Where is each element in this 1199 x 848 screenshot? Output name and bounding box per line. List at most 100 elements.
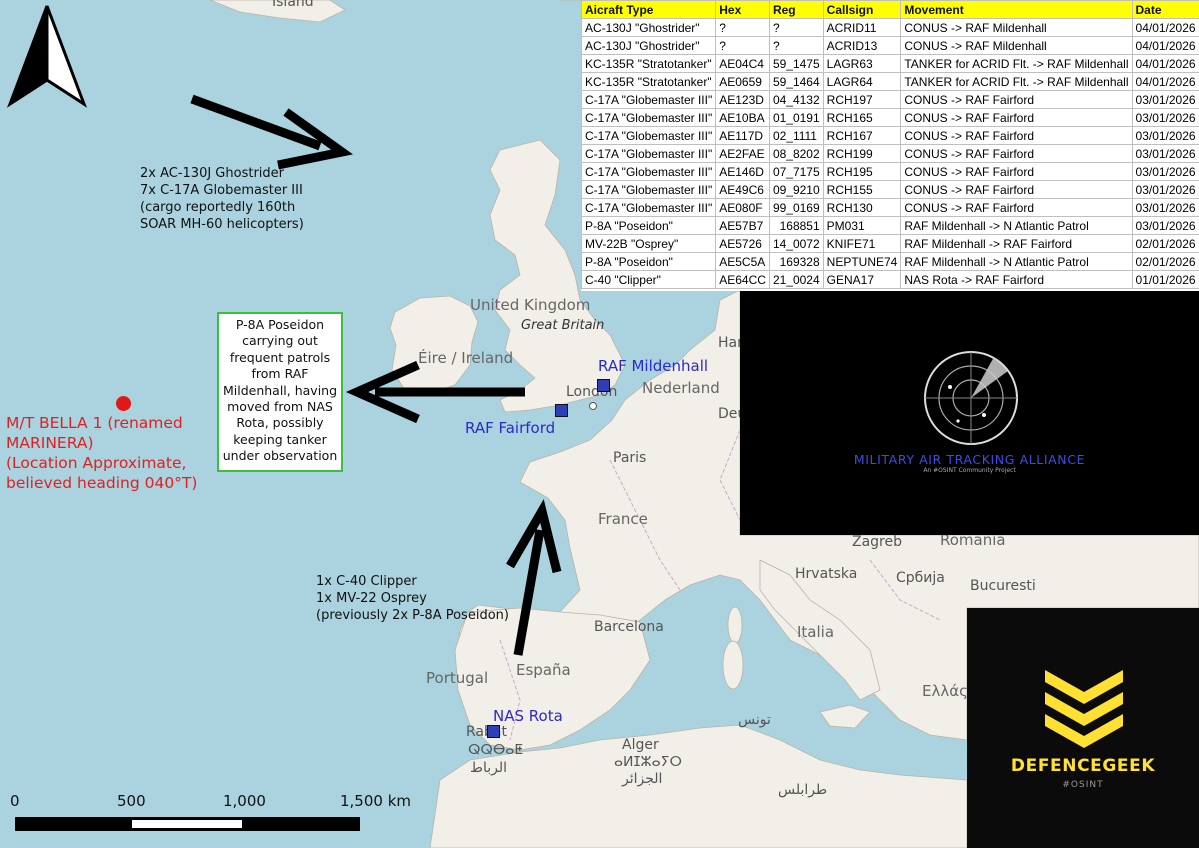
cell-aircraft: C-17A "Globemaster III" — [581, 162, 717, 181]
scale-label-1500: 1,500 km — [340, 792, 412, 810]
col-header-date: Date — [1131, 0, 1199, 19]
radar-icon — [924, 351, 1018, 445]
place-alger-tifinagh: ⴰⵍⵊⵣⴰⵢⵔ — [614, 754, 682, 770]
box-line: from RAF — [251, 366, 309, 382]
cell-movement: RAF Mildenhall -> N Atlantic Patrol — [900, 252, 1133, 271]
place-ellas: Ελλάς — [922, 682, 968, 700]
cell-date: 04/01/2026 — [1131, 36, 1199, 55]
note-line: (cargo reportedly 160th — [140, 200, 296, 215]
box-line: moved from NAS — [227, 399, 333, 415]
box-line: frequent patrols — [229, 349, 331, 365]
cell-date: 03/01/2026 — [1131, 144, 1199, 163]
vessel-line: (Location Approximate, — [6, 454, 187, 472]
base-marker-rota — [487, 725, 500, 738]
box-line: Mildenhall, having — [222, 382, 338, 398]
cell-reg: 169328 — [768, 252, 824, 271]
cell-aircraft: KC-135R "Stratotanker" — [581, 54, 717, 73]
cell-hex: AE117D — [715, 126, 770, 145]
table-row: C-17A "Globemaster III" AE146D 07_7175 RCH1… — [581, 162, 1199, 181]
table-row: AC-130J "Ghostrider"?? ACRID11 CONUS -> RA… — [581, 18, 1199, 37]
place-alger-arabic: الجزائر — [622, 771, 663, 787]
table-row: C-17A "Globemaster III" AE123D 04_4132 RCH1… — [581, 90, 1199, 109]
arrow-patrol-west — [345, 360, 525, 424]
cell-date: 02/01/2026 — [1131, 252, 1199, 271]
defencegeek-subtitle: #OSINT — [1062, 780, 1104, 790]
cell-callsign: KNIFE71 — [822, 234, 902, 253]
cell-hex: AE123D — [715, 90, 770, 109]
cell-reg: 08_8202 — [768, 144, 824, 163]
mata-title: MILITARY AIR TRACKING ALLIANCE — [853, 452, 1086, 467]
note-line: 1x MV-22 Osprey — [316, 591, 427, 606]
cell-reg: 168851 — [768, 216, 824, 235]
cell-movement: RAF Mildenhall -> RAF Fairford — [900, 234, 1133, 253]
cell-movement: CONUS -> RAF Fairford — [900, 180, 1133, 199]
box-line: keeping tanker — [233, 431, 327, 447]
cell-hex: AE04C4 — [715, 54, 770, 73]
place-portugal: Portugal — [426, 669, 489, 687]
place-bucuresti: Bucuresti — [970, 578, 1036, 594]
table-row: AC-130J "Ghostrider"?? ACRID13 CONUS -> RA… — [581, 36, 1199, 55]
vessel-line: MARINERA) — [6, 434, 94, 452]
table-row: C-17A "Globemaster III" AE117D 02_1111 RCH1… — [581, 126, 1199, 145]
base-marker-fairford — [555, 404, 568, 417]
cell-aircraft: C-40 "Clipper" — [581, 270, 717, 289]
cell-hex: AE5726 — [715, 234, 770, 253]
place-united-kingdom: United Kingdom — [470, 296, 591, 314]
cell-aircraft: C-17A "Globemaster III" — [581, 144, 717, 163]
cell-aircraft: C-17A "Globemaster III" — [581, 108, 717, 127]
base-marker-mildenhall — [597, 379, 610, 392]
col-header-movement: Movement — [900, 0, 1133, 19]
cell-movement: CONUS -> RAF Fairford — [900, 90, 1133, 109]
cell-aircraft: C-17A "Globemaster III" — [581, 180, 717, 199]
box-line: carrying out — [242, 333, 318, 349]
cell-callsign: GENA17 — [822, 270, 902, 289]
place-alger: Alger — [622, 737, 659, 753]
note-rota: 1x C-40 Clipper 1x MV-22 Osprey (previou… — [316, 573, 509, 624]
cell-movement: RAF Mildenhall -> N Atlantic Patrol — [900, 216, 1133, 235]
cell-date: 03/01/2026 — [1131, 216, 1199, 235]
cell-aircraft: C-17A "Globemaster III" — [581, 126, 717, 145]
cell-callsign: ACRID11 — [822, 18, 902, 37]
place-nederland: Nederland — [642, 379, 720, 397]
cell-aircraft: C-17A "Globemaster III" — [581, 90, 717, 109]
cell-aircraft: P-8A "Poseidon" — [581, 216, 717, 235]
cell-aircraft: P-8A "Poseidon" — [581, 252, 717, 271]
cell-callsign: RCH165 — [822, 108, 902, 127]
cell-date: 03/01/2026 — [1131, 162, 1199, 181]
cell-movement: NAS Rota -> RAF Fairford — [900, 270, 1133, 289]
base-label-mildenhall: RAF Mildenhall — [598, 357, 709, 375]
cell-date: 03/01/2026 — [1131, 126, 1199, 145]
place-island: Island — [272, 0, 314, 10]
arrow-rota-north — [506, 499, 562, 656]
table-row: KC-135R "Stratotanker" AE0659 59_1464 LAGR6… — [581, 72, 1199, 91]
cell-reg: 14_0072 — [768, 234, 824, 253]
cell-aircraft: AC-130J "Ghostrider" — [581, 36, 717, 55]
cell-hex: AE2FAE — [715, 144, 770, 163]
scale-label-0: 0 — [10, 792, 20, 810]
cell-callsign: LAGR63 — [822, 54, 902, 73]
note-line: 1x C-40 Clipper — [316, 574, 417, 589]
cell-reg: 59_1475 — [768, 54, 824, 73]
col-header-hex: Hex — [715, 0, 770, 19]
cell-reg: 59_1464 — [768, 72, 824, 91]
cell-reg: 21_0024 — [768, 270, 824, 289]
place-espana: España — [516, 661, 571, 679]
table-row: C-17A "Globemaster III" AE080F 99_0169 RCH1… — [581, 198, 1199, 217]
place-tunis-arabic: تونس — [738, 712, 771, 728]
place-barcelona: Barcelona — [594, 619, 664, 635]
cell-callsign: RCH130 — [822, 198, 902, 217]
box-line: P-8A Poseidon — [235, 317, 325, 332]
scale-label-1000: 1,000 — [223, 792, 266, 810]
cell-date: 04/01/2026 — [1131, 72, 1199, 91]
col-header-aircraft: Aicraft Type — [581, 0, 717, 19]
cell-reg: 04_4132 — [768, 90, 824, 109]
cell-aircraft: C-17A "Globemaster III" — [581, 198, 717, 217]
place-ireland: Éire / Ireland — [418, 349, 514, 367]
cell-callsign: RCH197 — [822, 90, 902, 109]
place-tripoli-arabic: طرابلس — [778, 782, 828, 798]
cell-callsign: RCH199 — [822, 144, 902, 163]
cell-date: 03/01/2026 — [1131, 90, 1199, 109]
cell-hex: AE146D — [715, 162, 770, 181]
cell-movement: CONUS -> RAF Fairford — [900, 126, 1133, 145]
cell-callsign: RCH195 — [822, 162, 902, 181]
